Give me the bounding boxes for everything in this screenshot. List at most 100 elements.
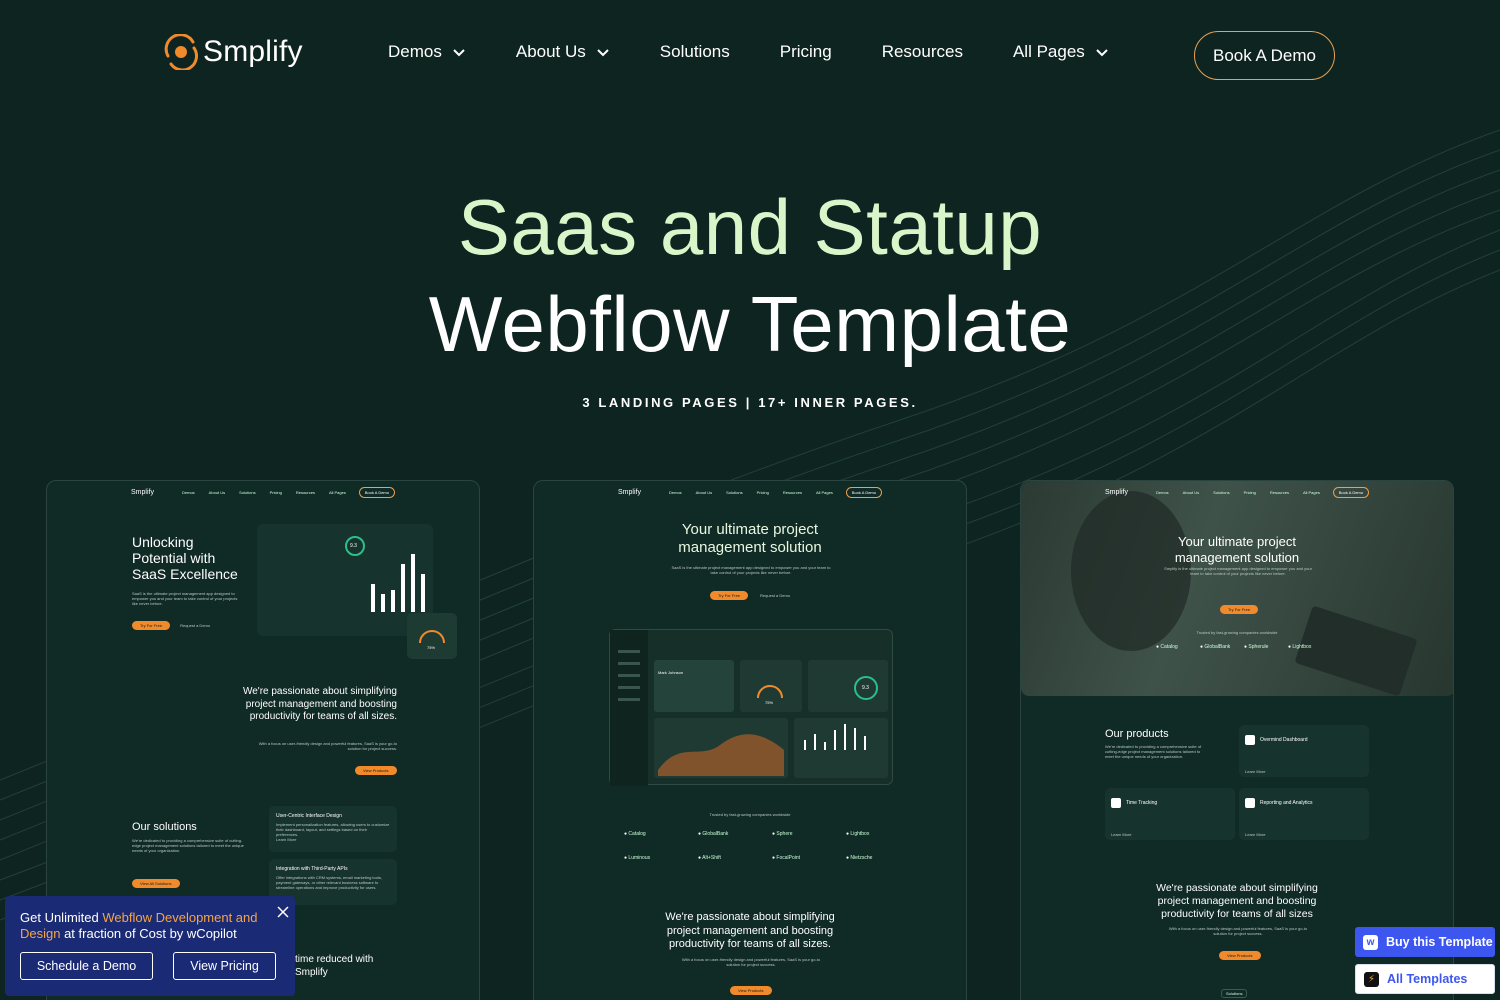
product-icon: [1111, 797, 1121, 808]
company-logo: Sphere: [772, 831, 846, 837]
preview-solutions-button: View All Solutions: [132, 879, 180, 888]
all-templates-button[interactable]: ⚡ All Templates: [1355, 964, 1495, 994]
preview-buttons: Try For Free Request a Demo: [534, 591, 966, 600]
nav-item-all-pages[interactable]: All Pages: [1013, 42, 1109, 62]
nav-label: Resources: [881, 42, 963, 61]
preview-nav: Smplify Demos About Us Solutions Pricing…: [1021, 481, 1453, 503]
preview-menu-item: About Us: [1182, 490, 1200, 495]
preview-card-landing-2[interactable]: Smplify Demos About Us Solutions Pricing…: [533, 480, 967, 1000]
preview-menu: Demos About Us Solutions Pricing Resourc…: [1156, 490, 1320, 495]
nav-label: All Pages: [1012, 42, 1085, 61]
preview-menu-item: All Pages: [815, 490, 833, 495]
company-logo: FocalPoint: [772, 855, 846, 861]
hero-title-line-2: Webflow Template: [428, 280, 1072, 368]
preview-secondary-link: Request a Demo: [180, 623, 211, 628]
preview-menu-item: Demos: [182, 490, 195, 495]
company-logo: Luminous: [624, 855, 698, 861]
nav-label: Solutions: [659, 42, 730, 61]
preview-passion-text: We're passionate about simplifying proje…: [534, 911, 966, 952]
book-demo-button[interactable]: Book A Demo: [1194, 31, 1335, 80]
preview-menu-item: Demos: [1156, 490, 1169, 495]
close-icon[interactable]: [275, 904, 291, 920]
company-logo: Spherule: [1244, 644, 1288, 650]
company-logo: Alt+Shift: [698, 855, 772, 861]
product-title: Time Tracking: [1126, 799, 1158, 806]
preview-primary-button: Try For Free: [1220, 605, 1259, 614]
product-box: Reporting and Analytics Learn More: [1239, 788, 1369, 840]
chevron-down-icon: [597, 49, 609, 57]
chevron-down-icon: [453, 49, 465, 57]
preview-passion-text: We're passionate about simplifying proje…: [242, 686, 397, 722]
preview-menu: Demos About Us Solutions Pricing Resourc…: [669, 490, 833, 495]
nav-item-solutions[interactable]: Solutions: [660, 42, 730, 62]
brand-logo[interactable]: Smplify: [163, 34, 303, 70]
nav-item-demos[interactable]: Demos: [388, 42, 466, 62]
product-learn-more: Learn More: [1245, 832, 1266, 837]
preview-view-products: View Products: [730, 986, 772, 995]
box-text: Implement personalization features, allo…: [276, 822, 390, 837]
preview-headline: Your ultimate project management solutio…: [1021, 534, 1453, 566]
preview-passion-text: We're passionate about simplifying proje…: [1021, 882, 1453, 921]
promo-text-before: Get Unlimited: [20, 910, 103, 925]
gauge-graphic: [419, 630, 445, 644]
preview-nav: Smplify Demos About Us Solutions Pricing…: [534, 481, 966, 503]
preview-card-landing-3[interactable]: Smplify Demos About Us Solutions Pricing…: [1020, 480, 1454, 1000]
preview-passion-sub: With a focus on user-friendly design and…: [681, 957, 821, 967]
preview-cta: Book A Demo: [1332, 487, 1369, 498]
company-logo: Catalog: [624, 831, 698, 837]
dashboard-score: 9.3: [862, 685, 869, 691]
preview-logo: Smplify: [131, 489, 154, 496]
preview-menu-item: About Us: [695, 490, 713, 495]
schedule-demo-button[interactable]: Schedule a Demo: [20, 952, 153, 980]
nav-label: Pricing: [779, 42, 832, 61]
preview-view-products: View Products: [355, 766, 397, 775]
company-logo: GlobalBank: [1200, 644, 1244, 650]
preview-logo: Smplify: [618, 489, 641, 496]
preview-solutions-title: Our solutions: [132, 821, 197, 833]
preview-cta: Book A Demo: [358, 487, 395, 498]
webflow-icon: w: [1363, 934, 1378, 950]
promo-message: Get Unlimited Webflow Development and De…: [20, 910, 265, 942]
box-text: Offer integrations with CRM systems, ema…: [276, 875, 382, 890]
dashboard-user: Mark Johnson: [658, 670, 684, 675]
preview-solutions-text: We're dedicated to providing a comprehen…: [132, 838, 244, 853]
preview-trusted-text: Trusted by fast-growing companies worldw…: [1196, 630, 1278, 635]
product-icon: [1245, 734, 1255, 745]
preview-primary-button: Try For Free: [709, 591, 749, 600]
preview-intro: SaaS is the ultimate project management …: [671, 565, 831, 575]
preview-menu-item: All Pages: [328, 490, 346, 495]
preview-solutions-tag: Solutions: [1221, 989, 1248, 998]
preview-view-products: View Products: [1219, 951, 1261, 960]
main-menu: Demos About Us Solutions Pricing Resourc…: [388, 42, 1159, 62]
preview-gauge-widget: 75%: [407, 613, 457, 659]
nav-item-about-us[interactable]: About Us: [516, 42, 610, 62]
preview-buttons: Try For Free Request a Demo: [132, 621, 210, 630]
product-box: Time Tracking Learn More: [1105, 788, 1235, 840]
preview-intro: SaaS is the ultimate project management …: [132, 591, 238, 606]
promo-popup: Get Unlimited Webflow Development and De…: [5, 896, 295, 996]
preview-logo: Smplify: [1105, 489, 1128, 496]
brand-name: Smplify: [203, 35, 303, 68]
buy-label: Buy this Template: [1386, 935, 1493, 949]
hero-title-line-1: Saas and Statup: [457, 183, 1043, 271]
preview-menu: Demos About Us Solutions Pricing Resourc…: [182, 490, 346, 495]
preview-menu-item: Resources: [782, 490, 802, 495]
product-title: Overmind Dashboard: [1260, 736, 1308, 743]
nav-item-resources[interactable]: Resources: [882, 42, 963, 62]
company-logo: Nietzsche: [846, 855, 920, 861]
preview-stat-text: time reduced with Smplify: [295, 954, 374, 978]
box-learn-more: Learn More: [276, 837, 297, 842]
templates-icon: ⚡: [1364, 971, 1379, 987]
headline-text: Your ultimate project management solutio…: [678, 521, 822, 556]
preview-cta: Book A Demo: [845, 487, 882, 498]
buy-template-button[interactable]: w Buy this Template: [1355, 927, 1495, 957]
nav-label: Demos: [388, 42, 442, 61]
nav-item-pricing[interactable]: Pricing: [780, 42, 832, 62]
preview-menu-item: Solutions: [726, 490, 743, 495]
product-learn-more: Learn More: [1111, 832, 1132, 837]
view-pricing-button[interactable]: View Pricing: [173, 952, 276, 980]
preview-nav: Smplify Demos About Us Solutions Pricing…: [47, 481, 479, 503]
company-logo: Lightbox: [1288, 644, 1332, 650]
preview-secondary-link: Request a Demo: [760, 593, 791, 598]
chevron-down-icon: [1096, 49, 1108, 57]
